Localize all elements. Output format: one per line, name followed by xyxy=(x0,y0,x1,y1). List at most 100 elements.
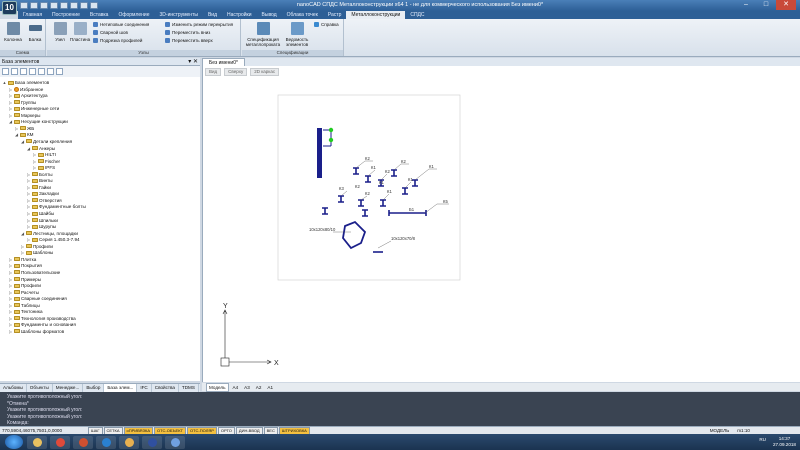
expand-icon[interactable]: ▷ xyxy=(8,270,13,275)
ribbon-tab[interactable]: Вставка xyxy=(85,11,114,19)
layout-tab[interactable]: A2 xyxy=(254,384,264,391)
expand-icon[interactable]: ◢ xyxy=(20,139,25,144)
expand-icon[interactable]: ▷ xyxy=(8,283,13,288)
drawing-canvas[interactable]: К2 К2 К1 К1 К2 К1 К3 К2 К1 К2 К1 К5 Б1 1… xyxy=(202,66,800,382)
expand-icon[interactable]: ◢ xyxy=(26,146,31,151)
plate-button[interactable]: Пластина xyxy=(67,21,93,49)
taskbar-app-media[interactable] xyxy=(73,435,93,449)
panel-tab[interactable]: IFC xyxy=(137,384,152,392)
ribbon-tab[interactable]: Оформление xyxy=(113,11,154,19)
panel-tab[interactable]: Выбор xyxy=(83,384,105,392)
panel-tab[interactable]: База элем... xyxy=(104,384,138,392)
panel-tab[interactable]: Менедже... xyxy=(53,384,84,392)
expand-icon[interactable]: ▷ xyxy=(8,113,13,118)
expand-icon[interactable]: ▷ xyxy=(32,165,37,170)
panel-tab[interactable]: Объекты xyxy=(27,384,53,392)
taskbar-app-folder[interactable] xyxy=(119,435,139,449)
move-up-button[interactable]: Переместить вверх xyxy=(165,37,213,43)
taskbar-app-explorer[interactable] xyxy=(27,435,47,449)
expand-icon[interactable]: ▷ xyxy=(32,152,37,157)
expand-icon[interactable]: ▷ xyxy=(8,296,13,301)
taskbar-app-nanocad[interactable] xyxy=(142,435,162,449)
ribbon-tab[interactable]: Настройки xyxy=(222,11,257,19)
expand-icon[interactable]: ▷ xyxy=(26,224,31,229)
new-file-button[interactable] xyxy=(20,2,28,9)
custom-joints-button[interactable]: Нетиповые соединения xyxy=(93,21,149,27)
expand-icon[interactable]: ▷ xyxy=(26,178,31,183)
print-button[interactable] xyxy=(60,2,68,9)
ribbon-tab[interactable]: Металлоконструкции xyxy=(346,11,406,19)
paste-icon[interactable] xyxy=(38,68,45,75)
expand-icon[interactable]: ▷ xyxy=(32,159,37,164)
expand-icon[interactable]: ▷ xyxy=(8,87,13,92)
expand-icon[interactable]: ▷ xyxy=(8,290,13,295)
layout-tab[interactable]: A1 xyxy=(265,384,275,391)
expand-icon[interactable]: ▷ xyxy=(26,191,31,196)
folder-icon[interactable] xyxy=(11,68,18,75)
minimize-button[interactable]: – xyxy=(736,0,756,10)
expand-icon[interactable]: ▷ xyxy=(8,257,13,262)
expand-icon[interactable]: ▷ xyxy=(26,218,31,223)
settings-icon[interactable] xyxy=(47,68,54,75)
taskbar-app-chrome[interactable] xyxy=(50,435,70,449)
expand-icon[interactable]: ▷ xyxy=(8,322,13,327)
grip-point[interactable] xyxy=(328,127,334,133)
search-icon[interactable] xyxy=(56,68,63,75)
command-line[interactable]: Укажите противоположный угол: *Отмена* Ука… xyxy=(0,392,800,426)
panel-tab[interactable]: Свойства xyxy=(152,384,179,392)
start-button[interactable] xyxy=(5,435,23,449)
layout-tab[interactable]: A4 xyxy=(231,384,241,391)
expand-icon[interactable]: ▷ xyxy=(8,329,13,334)
panel-tab[interactable]: TDMS xyxy=(179,384,199,392)
ribbon-tab[interactable]: Вид xyxy=(203,11,222,19)
delete-icon[interactable] xyxy=(2,68,9,75)
save-button[interactable] xyxy=(40,2,48,9)
language-indicator[interactable]: RU xyxy=(759,437,766,442)
move-down-button[interactable]: Переместить вниз xyxy=(165,29,210,35)
expand-icon[interactable]: ▷ xyxy=(26,211,31,216)
expand-icon[interactable]: ▷ xyxy=(26,185,31,190)
add-icon[interactable] xyxy=(20,68,27,75)
breadcrumb-top[interactable]: Сверху xyxy=(224,68,248,76)
expand-icon[interactable]: ▷ xyxy=(20,250,25,255)
column-profile[interactable] xyxy=(317,128,322,178)
undo-button[interactable] xyxy=(70,2,78,9)
expand-icon[interactable]: ▷ xyxy=(26,204,31,209)
elements-list-button[interactable]: Ведомость элементов xyxy=(282,21,312,49)
taskbar-app-app[interactable] xyxy=(165,435,185,449)
beam-b1[interactable] xyxy=(388,210,427,216)
layout-tab[interactable]: A3 xyxy=(242,384,252,391)
plate-shape[interactable] xyxy=(342,220,367,250)
expand-icon[interactable]: ▷ xyxy=(8,106,13,111)
taskbar-app-ie[interactable] xyxy=(96,435,116,449)
panel-tab[interactable]: Альбомы xyxy=(0,384,27,392)
column-support[interactable] xyxy=(323,129,332,147)
ribbon-tab[interactable]: Построение xyxy=(47,11,85,19)
profile-trim-button[interactable]: Подрезка профилей xyxy=(93,37,142,43)
app-menu-button[interactable]: 10 xyxy=(2,1,17,15)
expand-icon[interactable]: ◢ xyxy=(20,231,25,236)
customize-qat-button[interactable] xyxy=(90,2,98,9)
weld-button[interactable]: Сварной шов xyxy=(93,29,128,35)
tree-node[interactable]: ▷ Шаблоны форматов xyxy=(8,328,64,335)
expand-icon[interactable]: ▲ xyxy=(2,80,7,85)
ribbon-tab[interactable]: 3D-инструменты xyxy=(155,11,203,19)
expand-icon[interactable]: ▷ xyxy=(26,198,31,203)
copy-icon[interactable] xyxy=(29,68,36,75)
expand-icon[interactable]: ▷ xyxy=(14,126,19,131)
help-button[interactable]: Справка xyxy=(314,21,339,27)
expand-icon[interactable]: ▷ xyxy=(8,309,13,314)
model-indicator[interactable]: МОДЕЛЬ xyxy=(710,428,730,433)
maximize-button[interactable]: □ xyxy=(756,0,776,10)
ribbon-tab[interactable]: Главная xyxy=(18,11,47,19)
expand-icon[interactable]: ▷ xyxy=(20,244,25,249)
layout-tab[interactable]: Модель xyxy=(206,382,229,392)
beam-button[interactable]: Балка xyxy=(22,21,48,49)
expand-icon[interactable]: ◢ xyxy=(14,132,19,137)
expand-icon[interactable]: ▷ xyxy=(26,237,31,242)
ribbon-tab[interactable]: Облака точек xyxy=(282,11,323,19)
panel-controls[interactable]: ▾ ✕ xyxy=(188,58,198,65)
breadcrumb-style[interactable]: 2D каркас xyxy=(250,68,280,76)
expand-icon[interactable]: ▷ xyxy=(8,303,13,308)
expand-icon[interactable]: ▷ xyxy=(8,277,13,282)
